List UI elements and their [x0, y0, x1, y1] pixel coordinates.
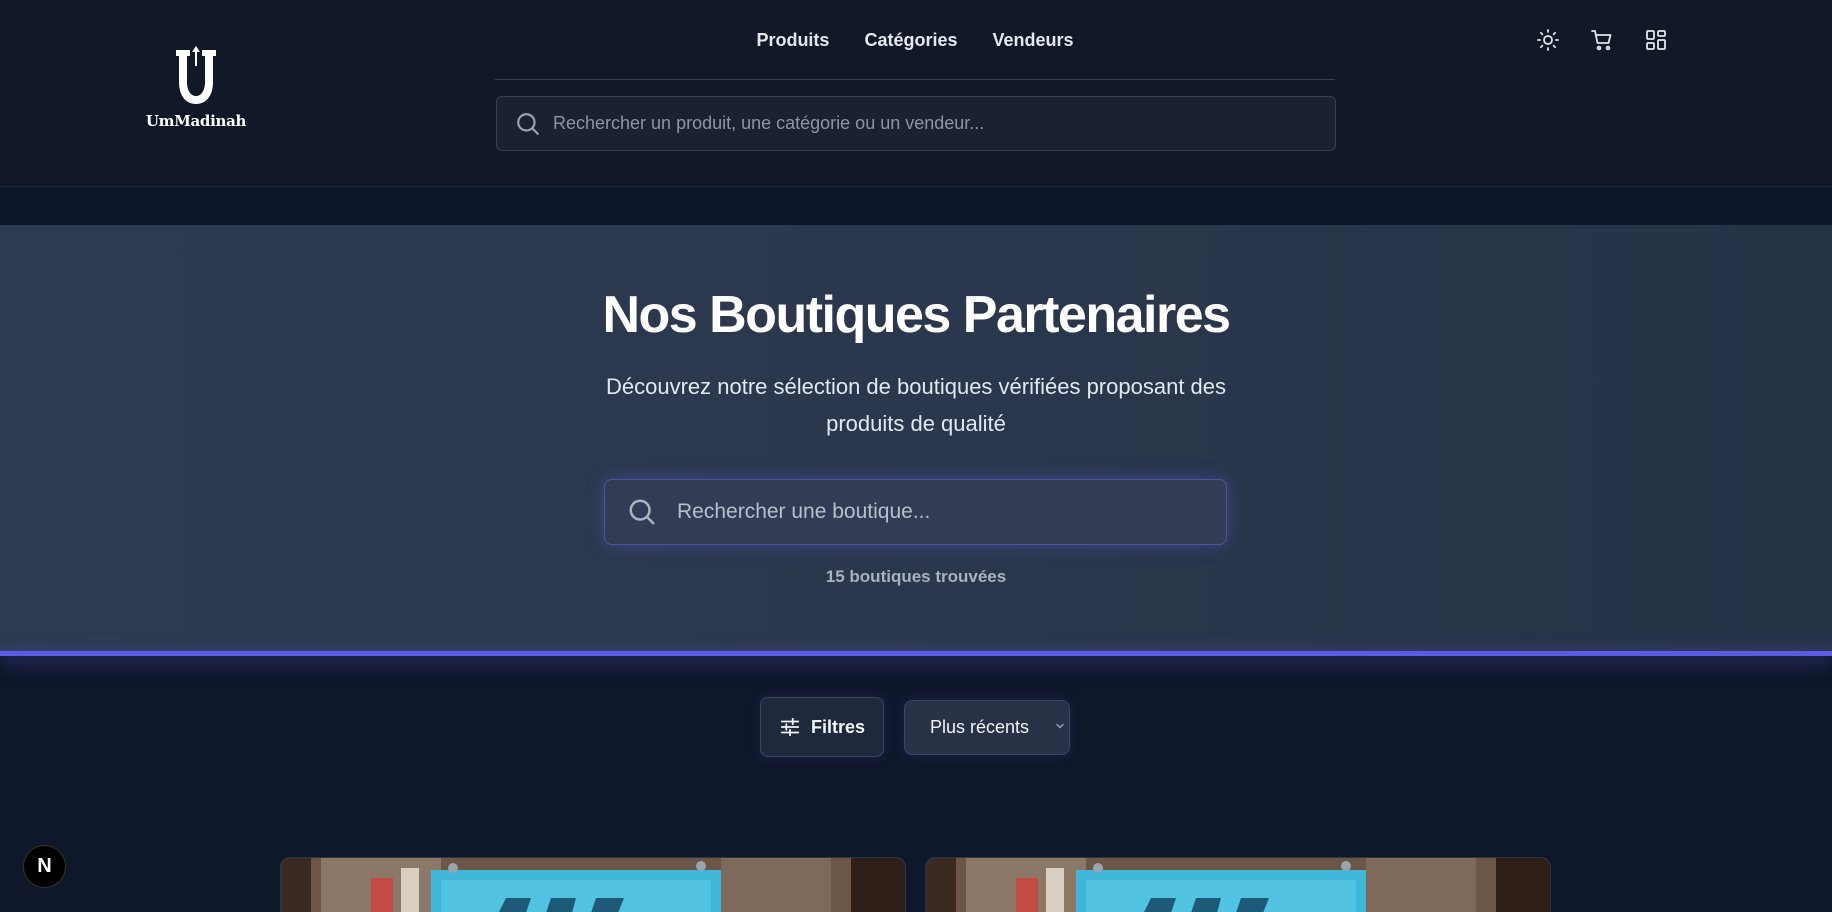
sun-icon[interactable] [1536, 28, 1560, 52]
site-header: UmMadinah Produits Catégories Vendeurs [0, 0, 1832, 187]
shop-search [604, 479, 1227, 545]
page-subtitle: Découvrez notre sélection de boutiques v… [605, 374, 1227, 436]
shop-card-image [281, 858, 905, 912]
global-search [496, 96, 1336, 151]
nav-item-vendeurs[interactable]: Vendeurs [993, 22, 1074, 52]
shop-card[interactable] [925, 857, 1551, 912]
header-actions [1536, 28, 1668, 52]
cart-icon[interactable] [1590, 28, 1614, 52]
page-title: Nos Boutiques Partenaires [602, 286, 1231, 344]
nav-item-categories[interactable]: Catégories [864, 22, 957, 52]
filters-button[interactable]: Filtres [760, 697, 884, 757]
sliders-icon [780, 717, 800, 737]
filters-label: Filtres [810, 716, 866, 737]
shop-card[interactable] [280, 857, 906, 912]
grid-icon[interactable] [1644, 28, 1668, 52]
shop-search-input[interactable] [677, 490, 1197, 534]
hero-section: Nos Boutiques Partenaires Découvrez notr… [0, 225, 1832, 655]
main-nav: Produits Catégories Vendeurs [495, 22, 1335, 80]
brand-logo[interactable]: UmMadinah [146, 46, 246, 136]
search-icon [629, 499, 655, 525]
logo-mark-icon [176, 46, 216, 104]
next-dev-badge[interactable]: N [23, 845, 66, 888]
page: UmMadinah Produits Catégories Vendeurs R… [0, 0, 1832, 912]
search-icon [517, 112, 539, 135]
nav-item-produits[interactable]: Produits [756, 22, 829, 52]
sort-select-value: Plus récents [930, 717, 1030, 737]
chevron-down-icon [1056, 723, 1064, 729]
sort-select[interactable]: Plus récents [904, 700, 1070, 755]
logo-text: UmMadinah [145, 112, 247, 130]
shop-card-image [926, 858, 1550, 912]
global-search-input[interactable] [553, 103, 1313, 144]
results-count: 15 boutiques trouvées [825, 567, 1007, 586]
hero-divider [0, 651, 1832, 656]
